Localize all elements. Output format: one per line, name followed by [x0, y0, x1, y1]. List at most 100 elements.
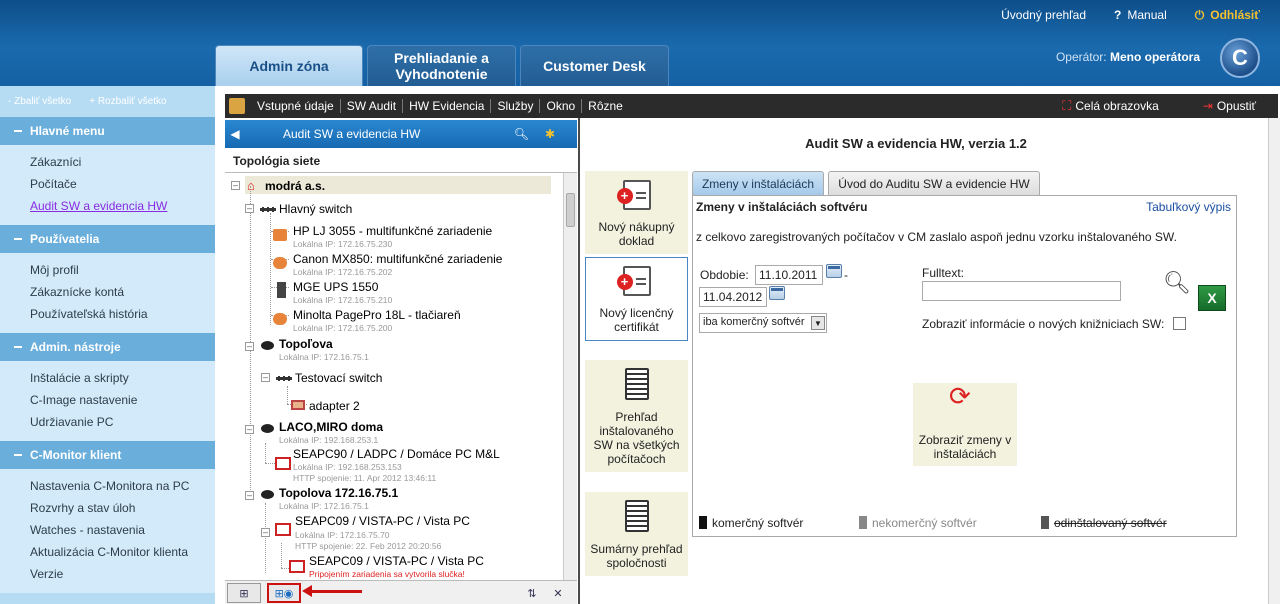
fullscreen-button[interactable]: ⛶ Celá obrazovka: [1062, 98, 1159, 114]
menu-group-main: Zákazníci Počítače Audit SW a evidencia …: [0, 145, 215, 225]
tree-node-main-switch[interactable]: Hlavný switch: [279, 202, 352, 216]
menu-group-users: Môj profil Zákaznícke kontá Používateľsk…: [0, 253, 215, 333]
tree-toggle-laco[interactable]: –: [245, 425, 254, 434]
main-scrollbar[interactable]: [1268, 118, 1280, 604]
tree-toggle-topolova2[interactable]: –: [245, 491, 254, 500]
tab-customer-desk[interactable]: Customer Desk: [520, 45, 669, 86]
sidebar-item-schedules[interactable]: Rozvrhy a stav úloh: [0, 497, 215, 519]
installed-sw-overview-button[interactable]: Prehľad inštalovaného SW na všetkých poč…: [585, 360, 688, 472]
logout-link[interactable]: ⏻ Odhlásiť: [1195, 6, 1260, 24]
sw-filter-select[interactable]: iba komerčný softvér ▼: [699, 313, 827, 333]
tree-node-root[interactable]: modrá a.s.: [265, 179, 325, 193]
tree-node-seapc09b[interactable]: SEAPC09 / VISTA-PC / Vista PC: [309, 554, 484, 568]
tools-button[interactable]: ✕: [547, 583, 569, 603]
tree-node-test-switch[interactable]: Testovací switch: [295, 371, 382, 385]
tree-view-button[interactable]: ⊞: [227, 583, 261, 603]
search-icon[interactable]: 🔍︎: [1163, 270, 1191, 296]
menu-window[interactable]: Okno: [540, 99, 583, 113]
sidebar-item-installations[interactable]: Inštalácie a skripty: [0, 367, 215, 389]
menu-head-cmonitor[interactable]: C-Monitor klient: [0, 441, 215, 469]
sidebar-item-cmonitor-update[interactable]: Aktualizácia C-Monitor klienta: [0, 541, 215, 563]
tab-admin-zone[interactable]: Admin zóna: [215, 45, 363, 86]
show-changes-button[interactable]: ⟳ Zobraziť zmeny v inštaláciách: [913, 383, 1017, 466]
sidebar-item-user-history[interactable]: Používateľská história: [0, 303, 215, 325]
tree-node-seapc90[interactable]: SEAPC90 / LADPC / Domáce PC M&L: [293, 447, 500, 461]
new-purchase-doc-button[interactable]: + Nový nákupný doklad: [585, 171, 688, 254]
menu-sw-audit[interactable]: SW Audit: [341, 99, 404, 113]
tree-node-hp[interactable]: HP LJ 3055 - multifunkčné zariadenie: [293, 224, 492, 238]
sort-button[interactable]: ⇅: [521, 583, 543, 603]
overview-link[interactable]: Úvodný prehľad: [1001, 6, 1086, 24]
sidebar-item-customer-accounts[interactable]: Zákaznícke kontá: [0, 281, 215, 303]
switch-icon: [259, 207, 277, 212]
fulltext-input[interactable]: [922, 281, 1121, 301]
tree-scrollbar[interactable]: [563, 173, 577, 580]
fullscreen-icon: ⛶: [1062, 98, 1072, 113]
tree-toggle-topolova[interactable]: –: [245, 342, 254, 351]
tree-toggle-root[interactable]: –: [231, 181, 240, 190]
tree-node-seapc09b-warning: Pripojením zariadenia sa vytvorila slučk…: [309, 569, 465, 579]
date-from-input[interactable]: 11.10.2011: [755, 265, 823, 285]
sidebar-item-customers[interactable]: Zákazníci: [0, 151, 215, 173]
tree-panel-header: ◀ Audit SW a evidencia HW 🔍︎ ✱: [225, 120, 577, 148]
sidebar-item-watches[interactable]: Watches - nastavenia: [0, 519, 215, 541]
calendar-icon[interactable]: [826, 264, 842, 278]
tree-node-adapter[interactable]: adapter 2: [309, 399, 360, 413]
date-to-input[interactable]: 11.04.2012: [699, 287, 767, 307]
collapse-all-link[interactable]: - Zbaliť všetko: [8, 96, 71, 107]
menu-misc[interactable]: Rôzne: [582, 99, 629, 113]
tree-toggle-main-switch[interactable]: –: [245, 204, 254, 213]
back-arrow-icon[interactable]: ◀: [227, 127, 243, 141]
section-title: Zmeny v inštaláciách softvéru: [696, 200, 868, 214]
tree-toggle-test-switch[interactable]: –: [261, 373, 270, 382]
tree-node-laco[interactable]: LACO,MIRO doma: [279, 420, 383, 434]
show-new-libs-checkbox[interactable]: [1173, 317, 1186, 330]
tree-view-icon: ⊞: [239, 587, 249, 600]
exit-button[interactable]: ⇥ Opustiť: [1203, 98, 1256, 114]
computer-icon: [275, 457, 291, 470]
menu-head-users[interactable]: Používatelia: [0, 225, 215, 253]
tree-node-seapc09[interactable]: SEAPC09 / VISTA-PC / Vista PC: [295, 514, 470, 528]
show-new-libs-label: Zobraziť informácie o nových knižniciach…: [922, 317, 1165, 331]
tree-node-mge[interactable]: MGE UPS 1550: [293, 280, 378, 294]
menu-head-main[interactable]: Hlavné menu: [0, 117, 215, 145]
sidebar-item-versions[interactable]: Verzie: [0, 563, 215, 585]
sidebar-item-pc-maintenance[interactable]: Udržiavanie PC: [0, 411, 215, 433]
tree-node-topolova2[interactable]: Topolova 172.16.75.1: [279, 486, 398, 500]
calendar-icon[interactable]: [769, 286, 785, 300]
manual-link[interactable]: ? Manual: [1114, 6, 1167, 24]
computer-icon: [289, 560, 305, 573]
tab-audit-intro[interactable]: Úvod do Auditu SW a evidencie HW: [828, 171, 1040, 195]
tab-installation-changes[interactable]: Zmeny v inštaláciách: [692, 171, 824, 195]
tree-node-canon-ip: Lokálna IP: 172.16.75.202: [293, 267, 393, 277]
expand-bar: - Zbaliť všetko + Rozbaliť všetko: [0, 86, 215, 117]
excel-export-icon[interactable]: X: [1198, 285, 1226, 311]
star-icon[interactable]: ✱: [545, 127, 555, 141]
company-summary-button[interactable]: Sumárny prehľad spoločnosti: [585, 492, 688, 576]
tab-browse-evaluate[interactable]: Prehliadanie a Vyhodnotenie: [367, 45, 516, 86]
sidebar-item-cmonitor-settings[interactable]: Nastavenia C-Monitora na PC: [0, 475, 215, 497]
tree-node-seapc09-http: HTTP spojenie: 22. Feb 2012 20:20:56: [295, 541, 442, 551]
tree-node-canon[interactable]: Canon MX850: multifunkčné zariadenie: [293, 252, 502, 266]
sidebar-item-cimage[interactable]: C-Image nastavenie: [0, 389, 215, 411]
home-icon: ⌂: [247, 178, 255, 193]
menubar-app-icon: [229, 98, 245, 114]
expand-all-link[interactable]: + Rozbaliť všetko: [89, 96, 166, 107]
tree-node-topolova[interactable]: Topoľova: [279, 337, 333, 351]
topology-view-button[interactable]: ⊞◉: [267, 583, 301, 603]
power-icon: ⏻: [1194, 7, 1205, 22]
menu-input-data[interactable]: Vstupné údaje: [251, 99, 341, 113]
tree-node-minolta[interactable]: Minolta PagePro 18L - tlačiareň: [293, 308, 461, 322]
sidebar-item-my-profile[interactable]: Môj profil: [0, 259, 215, 281]
search-icon[interactable]: 🔍︎: [514, 127, 529, 141]
tree-toggle-seapc09[interactable]: –: [261, 528, 270, 537]
table-view-link[interactable]: Tabuľkový výpis: [1146, 200, 1231, 214]
menu-hw-evidence[interactable]: HW Evidencia: [403, 99, 492, 113]
new-license-cert-button[interactable]: + Nový licenčný certifikát: [585, 257, 688, 341]
sidebar-item-audit[interactable]: Audit SW a evidencia HW: [0, 195, 215, 217]
topology-view-icon: ⊞◉: [274, 587, 294, 600]
menu-services[interactable]: Služby: [491, 99, 541, 113]
menu-head-admin-tools[interactable]: Admin. nástroje: [0, 333, 215, 361]
adapter-icon: [291, 400, 305, 410]
sidebar-item-computers[interactable]: Počítače: [0, 173, 215, 195]
